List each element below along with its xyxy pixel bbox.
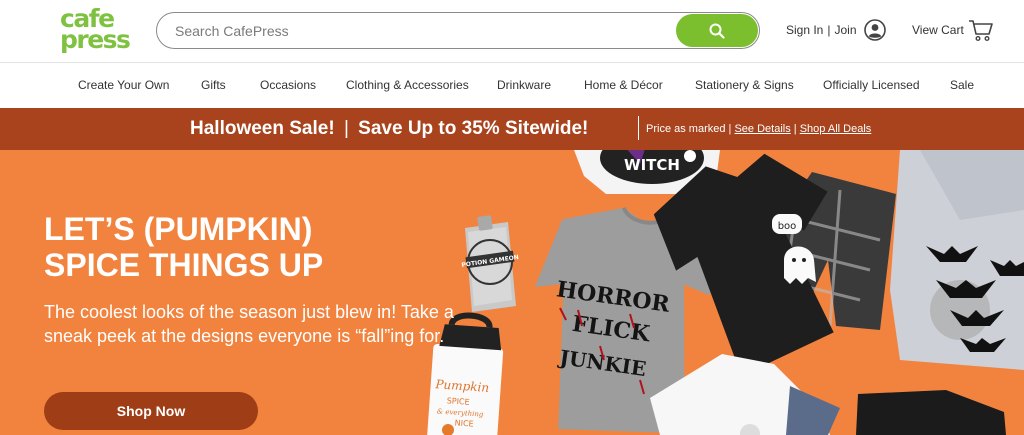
hero-headline-line1: LET’S (PUMPKIN) — [44, 211, 313, 247]
user-circle-icon[interactable] — [863, 19, 886, 41]
black-shirt-bottom — [856, 390, 1006, 435]
promo-separator-2: | — [793, 123, 797, 135]
search-input[interactable] — [175, 19, 665, 43]
nav-item-sale[interactable]: Sale — [950, 78, 974, 92]
price-as-marked: Price as marked — [646, 123, 726, 135]
flask: POTION GAMEON — [461, 215, 519, 312]
category-nav: Create Your Own Gifts Occasions Clothing… — [0, 62, 1024, 108]
promo-headline-divider: | — [343, 118, 349, 139]
nav-item-drinkware[interactable]: Drinkware — [497, 78, 551, 92]
nav-item-officially-licensed[interactable]: Officially Licensed — [823, 78, 920, 92]
nav-item-stationery-signs[interactable]: Stationery & Signs — [695, 78, 794, 92]
hero-headline: LET’S (PUMPKIN) SPICE THINGS UP — [44, 211, 464, 283]
site-header: cafe press Sign In | Join View Cart — [0, 0, 1024, 62]
nav-item-home-decor[interactable]: Home & Décor — [584, 78, 663, 92]
bat-hoodie — [890, 150, 1024, 370]
logo-text-press: press — [60, 25, 131, 54]
see-details-link[interactable]: See Details — [734, 123, 790, 135]
promo-headline[interactable]: Halloween Sale! | Save Up to 35% Sitewid… — [190, 118, 588, 140]
sign-in-link[interactable]: Sign In — [786, 23, 823, 37]
shop-all-deals-link[interactable]: Shop All Deals — [800, 123, 872, 135]
hero-headline-line2: SPICE THINGS UP — [44, 247, 324, 283]
view-cart-link[interactable]: View Cart — [912, 17, 994, 43]
mug-text-4: NICE — [454, 418, 474, 428]
join-link[interactable]: Join — [834, 23, 856, 37]
cart-icon — [968, 20, 993, 42]
search-icon — [709, 23, 725, 39]
witch-text: WITCH — [624, 156, 680, 174]
search-button[interactable] — [676, 14, 758, 47]
account-links: Sign In | Join — [786, 17, 886, 43]
promo-separator-1: | — [728, 123, 732, 135]
view-cart-label: View Cart — [912, 23, 964, 37]
denim-item — [786, 386, 840, 435]
search-bar — [156, 12, 760, 49]
mug-text-2: SPICE — [446, 396, 469, 407]
nav-item-gifts[interactable]: Gifts — [201, 78, 226, 92]
boo-text: boo — [778, 221, 797, 232]
nav-item-occasions[interactable]: Occasions — [260, 78, 316, 92]
account-separator: | — [827, 23, 831, 37]
promo-divider — [638, 116, 639, 140]
hero-banner: WITCH POTION GAMEON Pumpkin SPICE & ever… — [0, 150, 1024, 435]
promo-save-up-to: Save Up to 35% Sitewide! — [358, 118, 589, 139]
hero-subtext: The coolest looks of the season just ble… — [44, 302, 454, 346]
nav-item-clothing-accessories[interactable]: Clothing & Accessories — [346, 78, 469, 92]
cafepress-logo[interactable]: cafe press — [60, 6, 136, 54]
promo-halloween-sale: Halloween Sale! — [190, 118, 335, 139]
promo-details: Price as marked | See Details | Shop All… — [646, 123, 871, 135]
nav-item-create-your-own[interactable]: Create Your Own — [78, 78, 169, 92]
shop-now-button[interactable]: Shop Now — [44, 392, 258, 430]
promo-banner: Halloween Sale! | Save Up to 35% Sitewid… — [0, 108, 1024, 150]
